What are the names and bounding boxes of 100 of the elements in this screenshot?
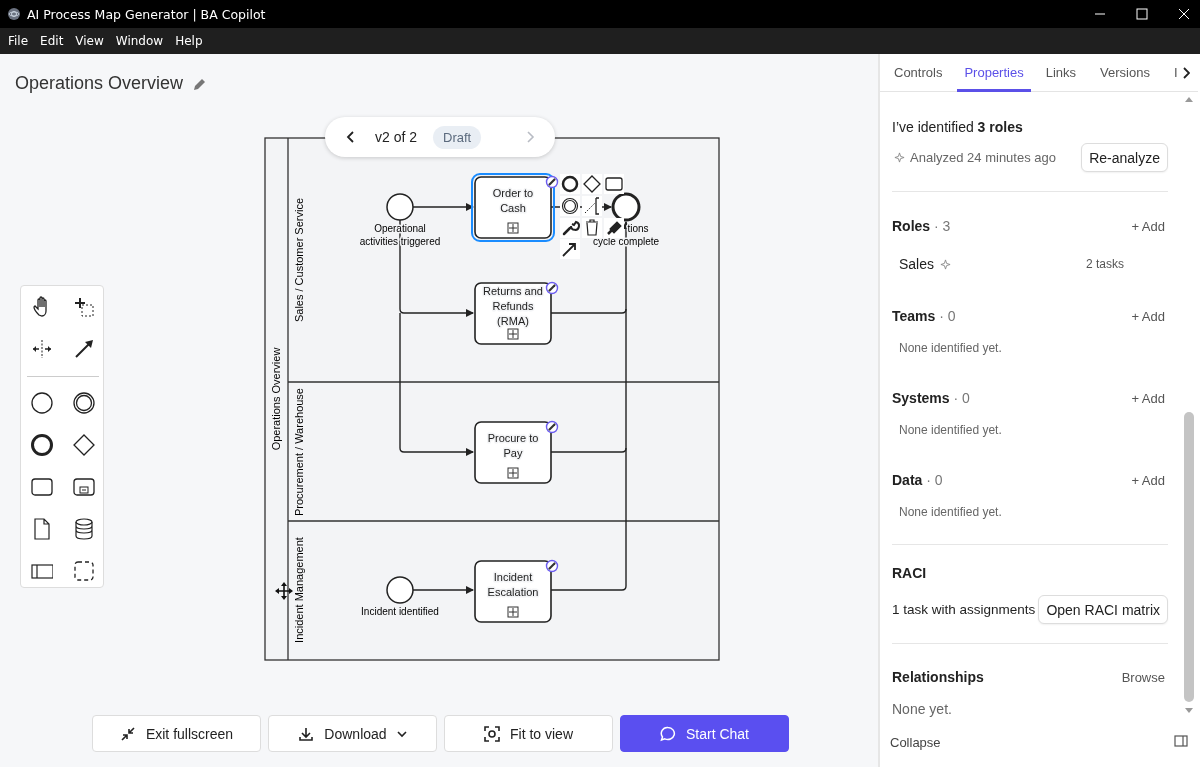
database-icon[interactable] (73, 518, 95, 540)
section-heading: Data · 0 (892, 472, 943, 488)
task-count: 2 tasks (1086, 257, 1124, 271)
start-chat-button[interactable]: Start Chat (620, 715, 789, 752)
tab[interactable]: I (1171, 53, 1180, 92)
dashed-box-icon[interactable] (73, 560, 95, 582)
task-box[interactable] (471, 173, 555, 242)
maximize-icon[interactable] (1136, 8, 1148, 20)
section-heading: Teams · 0 (892, 308, 956, 324)
arrow-icon[interactable] (73, 338, 95, 360)
circle-icon[interactable] (31, 392, 53, 414)
rounded-rect-icon[interactable] (31, 476, 53, 498)
empty-note: None identified yet. (899, 504, 1003, 521)
brush-icon[interactable] (604, 218, 624, 238)
event-label: tions (627, 223, 649, 234)
window-title: AI Process Map Generator | BA Copilot (27, 6, 266, 22)
analyzed-time: Analyzed 24 minutes ago (910, 150, 1056, 165)
raci-summary: 1 task with assignments (892, 602, 1036, 617)
relationships-heading: Relationships (892, 669, 984, 685)
lane-label: Sales / Customer Service (292, 197, 305, 323)
wrench-icon[interactable] (560, 218, 580, 238)
menu-item[interactable]: File (2, 34, 35, 48)
collapse-link[interactable]: Collapse (890, 735, 941, 750)
start-event[interactable] (386, 576, 414, 604)
intermediate-event-icon[interactable] (560, 196, 580, 216)
task-label: Order to (492, 186, 534, 199)
event-label: Incident identified (361, 606, 439, 617)
end-event[interactable] (611, 192, 641, 222)
chat-bubble-icon (660, 725, 676, 742)
add-link[interactable]: + Add (1131, 390, 1165, 406)
task-label: Returns and (483, 285, 543, 297)
subprocess-marker-icon (507, 606, 519, 618)
menu-item[interactable]: Help (169, 34, 209, 48)
download-button[interactable]: Download (268, 715, 437, 752)
move-cursor-icon (275, 582, 293, 600)
section-heading: Roles · 3 (892, 218, 951, 234)
sequence-flow (412, 586, 474, 594)
end-event-icon[interactable] (560, 174, 580, 194)
task-icon[interactable] (604, 174, 624, 194)
task-box[interactable] (474, 282, 552, 345)
subprocess-marker-icon (507, 222, 519, 234)
diamond-icon[interactable] (582, 174, 602, 194)
chevron-left-icon[interactable] (346, 131, 356, 143)
selection-tool-icon[interactable] (73, 296, 95, 318)
task-label: Refunds (492, 300, 534, 312)
link-icon[interactable] (545, 559, 559, 573)
fit-view-icon (484, 725, 500, 742)
re-analyze-button[interactable]: Re-analyze (1081, 143, 1168, 172)
pencil-icon[interactable] (193, 76, 208, 91)
chevron-right-icon[interactable] (1182, 67, 1190, 79)
task-label: Pay (503, 446, 523, 459)
menu-item[interactable]: Edit (34, 34, 70, 48)
tab[interactable]: Versions (1098, 53, 1152, 92)
dotted-connector-icon[interactable] (582, 196, 602, 216)
role-name: Sales (899, 256, 935, 272)
subprocess-marker-icon (507, 467, 519, 479)
task-label: (RMA) (497, 315, 529, 327)
subprocess-icon[interactable] (73, 476, 95, 498)
thick-circle-icon[interactable] (31, 434, 53, 456)
link-icon[interactable] (545, 281, 559, 295)
summary-text: I’ve identified 3 roles (892, 118, 1024, 137)
task-box[interactable] (474, 560, 552, 623)
exit-fullscreen-button[interactable]: Exit fullscreen (92, 715, 261, 752)
task-box[interactable] (474, 421, 552, 484)
browse-link[interactable]: Browse (1121, 669, 1165, 685)
diagram-title: Operations Overview (15, 73, 184, 94)
trash-icon[interactable] (582, 218, 602, 238)
task-label: Procure to (487, 431, 539, 444)
empty-note: None yet. (892, 700, 953, 719)
add-link[interactable]: + Add (1131, 472, 1165, 488)
double-circle-icon[interactable] (73, 392, 95, 414)
empty-note: None identified yet. (899, 340, 1003, 357)
section-heading: Systems · 0 (892, 390, 970, 406)
tab[interactable]: Controls (892, 53, 945, 92)
menu-item[interactable]: View (69, 34, 110, 48)
sparkle-icon (940, 258, 952, 270)
caret-icon (396, 729, 407, 738)
diamond-icon[interactable] (73, 434, 95, 456)
menu-item[interactable]: Window (109, 34, 170, 48)
close-icon[interactable] (1178, 8, 1190, 20)
subprocess-marker-icon (507, 328, 519, 340)
tab[interactable]: Links (1043, 53, 1079, 92)
tab[interactable]: Properties (957, 53, 1031, 92)
add-link[interactable]: + Add (1131, 308, 1165, 324)
lane-label: Procurement / Warehouse (292, 388, 305, 516)
open-raci-button[interactable]: Open RACI matrix (1038, 595, 1168, 624)
sidebar-toggle-icon[interactable] (1174, 735, 1188, 747)
fit-view-button[interactable]: Fit to view (444, 715, 613, 752)
pool-label: Operations Overview (269, 347, 282, 451)
empty-note: None identified yet. (899, 422, 1003, 439)
link-icon[interactable] (545, 420, 559, 434)
sequence-flow (412, 203, 474, 211)
document-icon[interactable] (31, 518, 53, 540)
lane-label: Incident Management (292, 537, 305, 643)
raci-heading: RACI (892, 564, 928, 583)
event-label: activities triggered (359, 236, 441, 247)
link-icon[interactable] (545, 175, 559, 189)
start-event[interactable] (386, 193, 414, 221)
collapse-arrows-icon (119, 725, 136, 742)
add-link[interactable]: + Add (1131, 218, 1165, 234)
